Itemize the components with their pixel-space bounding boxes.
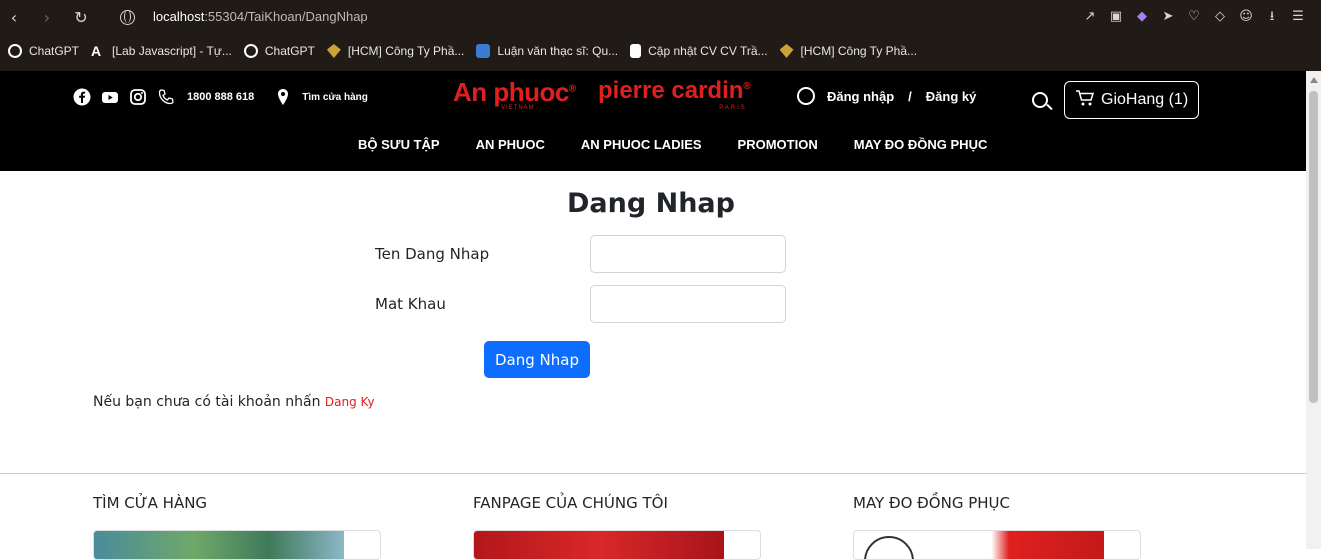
thesis-icon — [476, 44, 491, 58]
login-submit-button[interactable]: Dang Nhap — [484, 341, 590, 378]
separator: / — [908, 88, 912, 104]
chatgpt-icon — [8, 44, 22, 58]
search-icon[interactable] — [1032, 92, 1048, 108]
footer-uniform-title: MAY ĐO ĐỒNG PHỤC — [853, 494, 1010, 512]
url-host: localhost — [153, 9, 205, 24]
store-map-image[interactable] — [93, 530, 381, 560]
register-link-form[interactable]: Dang Ky — [325, 395, 375, 409]
address-bar-row: ‹ › ↻ localhost:55304/TaiKhoan/DangNhap … — [0, 0, 1321, 36]
cube-icon[interactable]: ◇ — [1211, 8, 1229, 26]
nav-item-collection[interactable]: BỘ SƯU TẬP — [358, 137, 440, 152]
camera-icon[interactable]: ▣ — [1107, 8, 1125, 26]
company-icon — [779, 44, 794, 58]
bookmark-label: [HCM] Công Ty Phầ... — [800, 44, 918, 58]
instagram-icon[interactable] — [129, 88, 147, 106]
username-input[interactable] — [590, 235, 786, 273]
anphuoc-logo-sub: VIETNAM — [501, 105, 535, 111]
cart-icon — [1075, 89, 1095, 112]
bookmark-label: [Lab Javascript] - Tự... — [112, 44, 232, 58]
cart-button[interactable]: GioHang (1) — [1064, 81, 1199, 119]
footer-store-title: TÌM CỬA HÀNG — [93, 494, 208, 512]
username-label: Ten Dang Nhap — [375, 245, 490, 263]
pierre-cardin-logo-sub: PARIS — [719, 105, 747, 111]
back-arrow-icon[interactable]: ‹ — [4, 8, 24, 28]
globe-icon — [120, 10, 135, 25]
user-icon — [797, 87, 815, 105]
bookmark-label: ChatGPT — [29, 44, 80, 58]
shield-icon[interactable]: ◆ — [1133, 8, 1151, 26]
register-link[interactable]: Đăng ký — [926, 89, 977, 104]
scroll-up-arrow-icon[interactable] — [1310, 77, 1318, 83]
pierre-cardin-logo[interactable]: pierre cardin® PARIS — [598, 77, 751, 111]
menu-icon[interactable]: ☰ — [1289, 8, 1307, 26]
social-links: 1800 888 618 Tìm cửa hàng — [73, 88, 368, 106]
main-nav: BỘ SƯU TẬP AN PHUOC AN PHUOC LADIES PROM… — [358, 137, 987, 152]
uniform-logo-icon — [864, 536, 914, 559]
bookmark-item[interactable]: A [Lab Javascript] - Tự... — [91, 44, 232, 58]
uniform-image[interactable] — [853, 530, 1141, 560]
download-icon[interactable]: ⭳ — [1263, 8, 1281, 26]
reload-icon[interactable]: ↻ — [71, 8, 91, 28]
bookmarks-bar: ChatGPT A [Lab Javascript] - Tự... ChatGP… — [0, 38, 1321, 64]
page-scrollbar[interactable] — [1306, 71, 1321, 549]
bookmark-item[interactable]: Luận văn thạc sĩ: Qu... — [476, 44, 618, 58]
site-header: 1800 888 618 Tìm cửa hàng An phuoc® VIETN… — [0, 71, 1306, 171]
fanpage-image[interactable] — [473, 530, 761, 560]
bookmark-label: ChatGPT — [264, 44, 315, 58]
url-path: :55304/TaiKhoan/DangNhap — [204, 9, 368, 24]
bookmark-item[interactable]: ChatGPT — [8, 44, 79, 58]
youtube-icon[interactable] — [101, 88, 119, 106]
scrollbar-thumb[interactable] — [1309, 91, 1318, 403]
login-link[interactable]: Đăng nhập — [827, 89, 894, 104]
bookmark-label: Cập nhật CV CV Trầ... — [648, 44, 768, 58]
bookmark-item[interactable]: [HCM] Công Ty Phầ... — [779, 44, 918, 58]
browser-chrome: ‹ › ↻ localhost:55304/TaiKhoan/DangNhap … — [0, 0, 1321, 71]
bookmark-label: [HCM] Công Ty Phầ... — [347, 44, 465, 58]
company-icon — [326, 44, 341, 58]
anphuoc-logo-text: An phuoc — [453, 77, 569, 107]
register-prompt: Nếu bạn chưa có tài khoản nhấn — [93, 394, 321, 410]
nav-item-uniform[interactable]: MAY ĐO ĐỒNG PHỤC — [854, 137, 988, 152]
store-finder-link[interactable]: Tìm cửa hàng — [302, 92, 368, 103]
facebook-icon[interactable] — [73, 88, 91, 106]
account-links: Đăng nhập / Đăng ký — [797, 87, 976, 105]
profile-icon[interactable]: ☺ — [1237, 8, 1255, 26]
password-label: Mat Khau — [375, 295, 446, 313]
bookmark-item[interactable]: [HCM] Công Ty Phầ... — [326, 44, 465, 58]
letter-a-icon: A — [91, 43, 102, 59]
heart-icon[interactable]: ♡ — [1185, 8, 1203, 26]
hotline[interactable]: 1800 888 618 — [187, 91, 254, 103]
share-icon[interactable]: ↗ — [1081, 8, 1099, 26]
nav-item-an-phuoc[interactable]: AN PHUOC — [476, 137, 545, 152]
chatgpt-icon — [243, 44, 258, 58]
map-pin-icon — [274, 88, 292, 106]
pierre-cardin-logo-text: pierre cardin — [598, 77, 744, 104]
document-icon — [630, 44, 642, 58]
anphuoc-logo[interactable]: An phuoc® VIETNAM — [453, 77, 576, 111]
cart-label: GioHang (1) — [1101, 91, 1189, 108]
phone-icon — [157, 88, 175, 106]
nav-item-promotion[interactable]: PROMOTION — [738, 137, 818, 152]
nav-item-an-phuoc-ladies[interactable]: AN PHUOC LADIES — [581, 137, 702, 152]
toolbar-icons: ↗ ▣ ◆ ➤ ♡ ◇ ☺ ⭳ ☰ — [1081, 8, 1307, 26]
send-icon[interactable]: ➤ — [1159, 8, 1177, 26]
password-input[interactable] — [590, 285, 786, 323]
page-title: Dang Nhap — [567, 188, 735, 219]
register-prompt-line: Nếu bạn chưa có tài khoản nhấn Dang Ky — [93, 394, 375, 410]
forward-arrow-icon[interactable]: › — [37, 8, 57, 28]
bookmark-item[interactable]: ChatGPT — [243, 44, 315, 58]
address-bar[interactable]: localhost:55304/TaiKhoan/DangNhap — [153, 9, 368, 24]
bookmark-item[interactable]: Cập nhật CV CV Trầ... — [630, 44, 768, 58]
bookmark-label: Luận văn thạc sĩ: Qu... — [497, 44, 619, 58]
footer-divider — [0, 473, 1306, 474]
footer-fanpage-title: FANPAGE CỦA CHÚNG TÔI — [473, 494, 668, 512]
